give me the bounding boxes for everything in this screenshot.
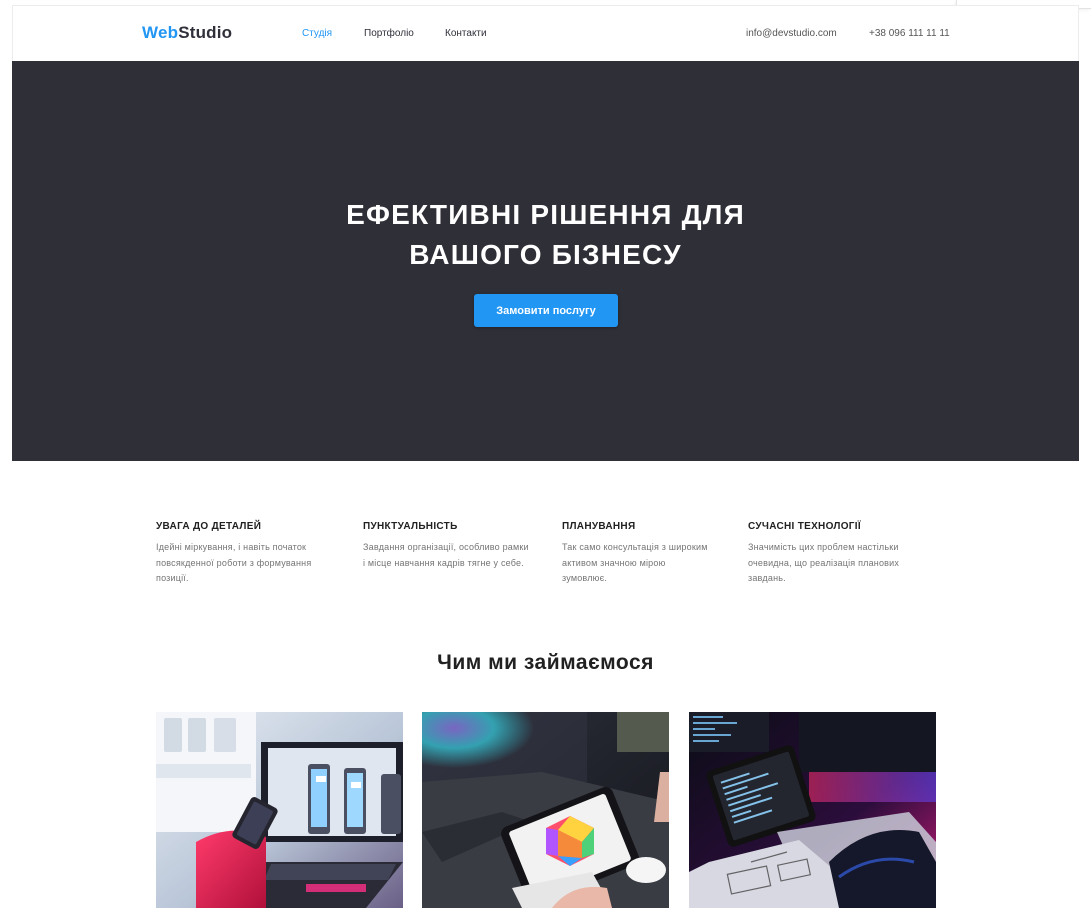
feature-text: Завдання організації, особливо рамки і м… (363, 540, 553, 571)
feature-title: ПЛАНУВАННЯ (562, 521, 636, 532)
phone-link[interactable]: +38 096 111 11 11 (869, 28, 950, 39)
feature-text: Ідейні міркування, і навіть початок повс… (156, 540, 336, 587)
feature-text-line: Значимість цих проблем настільки (748, 542, 899, 552)
feature-technologies: СУЧАСНІ ТЕХНОЛОГІЇ Значимість цих пробле… (748, 521, 938, 587)
logo-prefix: Web (142, 23, 179, 42)
feature-text-line: Завдання організації, особливо рамки (363, 542, 529, 552)
phone-ui-design-photo (156, 712, 403, 908)
hero-title-line1: ЕФЕКТИВНІ РІШЕННЯ ДЛЯ (346, 199, 745, 230)
feature-text-line: очевидна, що реалізація планових (748, 557, 900, 568)
logo-link[interactable]: WebStudio (142, 23, 232, 43)
service-card-code-neon[interactable] (689, 712, 936, 908)
hero-section: ЕФЕКТИВНІ РІШЕННЯ ДЛЯ ВАШОГО БІЗНЕСУ Зам… (12, 61, 1079, 461)
services-title: Чим ми займаємося (437, 651, 654, 674)
hero-title-line2: ВАШОГО БІЗНЕСУ (409, 239, 682, 270)
feature-text-line: Ідейні міркування, і навіть початок (156, 542, 307, 552)
feature-text-line: активом значною мірою (562, 557, 666, 568)
nav-link-studio[interactable]: Студія (302, 28, 332, 39)
feature-text-line: і місце навчання кадрів тягне у себе. (363, 557, 524, 568)
feature-text: Так само консультація з широким активом … (562, 540, 732, 587)
feature-text-line: зумовлює. (562, 573, 608, 583)
feature-text-line: Так само консультація з широким (562, 542, 708, 552)
feature-title: ПУНКТУАЛЬНІСТЬ (363, 521, 458, 532)
service-card-tablet-palette[interactable] (422, 712, 669, 908)
feature-text: Значимість цих проблем настільки очевидн… (748, 540, 938, 587)
nav-link-contacts[interactable]: Контакти (445, 28, 487, 39)
code-laptop-neon-photo (689, 712, 936, 908)
nav-link-portfolio[interactable]: Портфоліо (364, 28, 414, 39)
site-header: WebStudio Студія Портфоліо Контакти info… (12, 5, 1079, 61)
service-card-phone-ui[interactable] (156, 712, 403, 908)
feature-text-line: повсякденної роботи з формування (156, 557, 312, 568)
page: WebStudio Студія Портфоліо Контакти info… (12, 5, 1079, 908)
hero-title: ЕФЕКТИВНІ РІШЕННЯ ДЛЯ ВАШОГО БІЗНЕСУ (12, 195, 1079, 275)
feature-title: СУЧАСНІ ТЕХНОЛОГІЇ (748, 521, 861, 532)
tablet-color-palette-photo (422, 712, 669, 908)
feature-text-line: завдань. (748, 573, 786, 583)
feature-attention: УВАГА ДО ДЕТАЛЕЙ Ідейні міркування, і на… (156, 521, 336, 587)
feature-title: УВАГА ДО ДЕТАЛЕЙ (156, 521, 262, 532)
feature-planning: ПЛАНУВАННЯ Так само консультація з широк… (562, 521, 732, 587)
email-link[interactable]: info@devstudio.com (746, 28, 837, 39)
feature-text-line: позиції. (156, 573, 189, 583)
logo-suffix: Studio (178, 23, 233, 42)
feature-punctuality: ПУНКТУАЛЬНІСТЬ Завдання організації, осо… (363, 521, 553, 571)
order-service-button[interactable]: Замовити послугу (474, 294, 618, 327)
